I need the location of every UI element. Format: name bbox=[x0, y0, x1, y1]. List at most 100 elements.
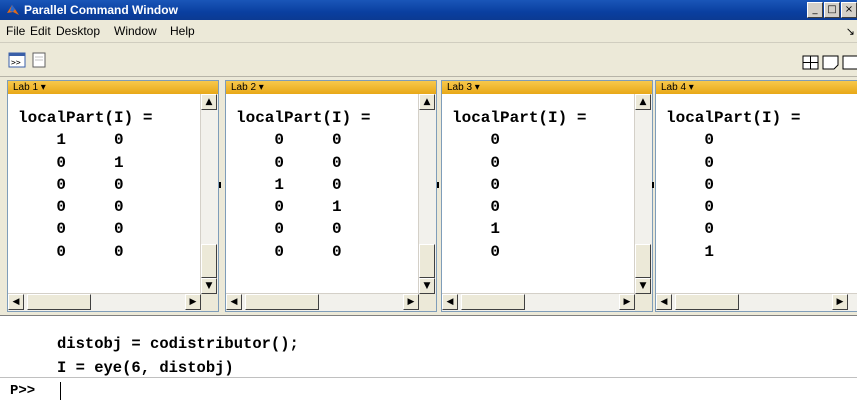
output-line: localPart(I) = bbox=[452, 109, 587, 127]
lab-output-3: localPart(I) = 0 0 0 0 1 0 bbox=[452, 107, 586, 263]
output-line: localPart(I) = bbox=[236, 109, 371, 127]
output-line: 0 bbox=[666, 220, 715, 239]
scroll-down-arrow-icon[interactable]: ▼ bbox=[635, 278, 651, 294]
scroll-right-arrow-icon[interactable]: ▶ bbox=[619, 294, 635, 310]
scroll-up-arrow-icon[interactable]: ▲ bbox=[419, 94, 435, 110]
float-layout-icon[interactable] bbox=[842, 55, 857, 71]
output-line: 1 0 bbox=[18, 131, 124, 150]
menu-desktop[interactable]: Desktop bbox=[56, 24, 100, 38]
output-line: localPart(I) = bbox=[18, 109, 153, 127]
matlab-logo-icon bbox=[7, 5, 19, 15]
history-line: I = eye(6, distobj) bbox=[57, 359, 234, 377]
minimize-button[interactable]: _ bbox=[807, 2, 823, 18]
maximize-button[interactable]: □ bbox=[824, 2, 840, 18]
output-line: 0 1 bbox=[236, 198, 342, 217]
lab-header-4[interactable]: Lab 4 ▾ bbox=[656, 81, 857, 94]
output-line: 0 1 bbox=[18, 153, 124, 172]
command-input-area[interactable]: P>> bbox=[0, 377, 857, 403]
single-layout-icon[interactable] bbox=[822, 55, 840, 71]
scroll-up-arrow-icon[interactable]: ▲ bbox=[635, 94, 651, 110]
horizontal-scrollbar[interactable]: ◀ ▶ bbox=[226, 293, 419, 311]
vertical-scrollbar[interactable]: ▲ ▼ bbox=[418, 94, 436, 294]
scroll-down-arrow-icon[interactable]: ▼ bbox=[419, 278, 435, 294]
text-caret bbox=[60, 382, 61, 400]
output-line: 0 0 bbox=[18, 220, 124, 239]
scroll-right-arrow-icon[interactable]: ▶ bbox=[403, 294, 419, 310]
output-line: 0 0 bbox=[236, 220, 342, 239]
close-button[interactable]: × bbox=[841, 2, 857, 18]
scrollbar-corner bbox=[635, 294, 652, 311]
lab-header-2[interactable]: Lab 2 ▾ bbox=[226, 81, 436, 94]
scroll-left-arrow-icon[interactable]: ◀ bbox=[656, 294, 672, 310]
scroll-thumb[interactable] bbox=[419, 244, 435, 278]
history-line: distobj = codistributor(); bbox=[57, 335, 299, 353]
command-prompt-icon[interactable]: >> bbox=[8, 52, 26, 68]
scroll-right-arrow-icon[interactable]: ▶ bbox=[185, 294, 201, 310]
output-line: 0 0 bbox=[18, 198, 124, 217]
output-line: 0 bbox=[666, 175, 715, 194]
lab-panel-1: Lab 1 ▾ localPart(I) = 1 0 0 1 0 0 0 0 0… bbox=[7, 80, 219, 312]
scroll-thumb[interactable] bbox=[245, 294, 319, 310]
lab-output-2: localPart(I) = 0 0 0 0 1 0 0 1 0 0 0 0 bbox=[236, 107, 370, 263]
scroll-down-arrow-icon[interactable]: ▼ bbox=[201, 278, 217, 294]
output-line: localPart(I) = bbox=[666, 109, 801, 127]
lab-panel-2: Lab 2 ▾ localPart(I) = 0 0 0 0 1 0 0 1 0… bbox=[225, 80, 437, 312]
window-title: Parallel Command Window bbox=[24, 3, 178, 17]
vertical-scrollbar[interactable]: ▲ ▼ bbox=[634, 94, 652, 294]
vertical-scrollbar[interactable]: ▲ ▼ bbox=[200, 94, 218, 294]
scroll-thumb[interactable] bbox=[27, 294, 91, 310]
scroll-left-arrow-icon[interactable]: ◀ bbox=[442, 294, 458, 310]
tile-layout-icon[interactable] bbox=[802, 55, 820, 71]
output-line: 0 0 bbox=[236, 131, 342, 150]
lab-panel-3: Lab 3 ▾ localPart(I) = 0 0 0 0 1 0 ▲ ▼ ◀… bbox=[441, 80, 653, 312]
toolbar: >> bbox=[0, 43, 857, 77]
menu-bar: File Edit Desktop Window Help ↘ bbox=[0, 20, 857, 43]
menu-file[interactable]: File bbox=[6, 24, 25, 38]
lab-header-3[interactable]: Lab 3 ▾ bbox=[442, 81, 652, 94]
scroll-thumb[interactable] bbox=[461, 294, 525, 310]
lab-panel-4: Lab 4 ▾ localPart(I) = 0 0 0 0 0 1 ◀ ▶ bbox=[655, 80, 857, 312]
scroll-thumb[interactable] bbox=[201, 244, 217, 278]
output-line: 0 bbox=[666, 153, 715, 172]
command-prompt: P>> bbox=[10, 383, 36, 399]
lab-tiles-area: Lab 1 ▾ localPart(I) = 1 0 0 1 0 0 0 0 0… bbox=[0, 77, 857, 315]
tile-splitter[interactable] bbox=[437, 182, 439, 188]
output-line: 0 0 bbox=[18, 175, 124, 194]
output-line: 0 bbox=[452, 131, 501, 150]
lab-output-4: localPart(I) = 0 0 0 0 0 1 bbox=[666, 107, 800, 263]
scrollbar-corner bbox=[419, 294, 436, 311]
menu-window[interactable]: Window bbox=[114, 24, 157, 38]
menu-edit[interactable]: Edit bbox=[30, 24, 51, 38]
scroll-left-arrow-icon[interactable]: ◀ bbox=[8, 294, 24, 310]
tile-splitter[interactable] bbox=[652, 182, 654, 188]
command-history: distobj = codistributor(); I = eye(6, di… bbox=[0, 315, 857, 378]
output-line: 0 bbox=[452, 242, 501, 261]
scroll-up-arrow-icon[interactable]: ▲ bbox=[201, 94, 217, 110]
output-line: 0 bbox=[666, 131, 715, 150]
horizontal-scrollbar[interactable]: ◀ ▶ bbox=[656, 293, 857, 311]
horizontal-scrollbar[interactable]: ◀ ▶ bbox=[442, 293, 635, 311]
output-line: 1 0 bbox=[236, 175, 342, 194]
horizontal-scrollbar[interactable]: ◀ ▶ bbox=[8, 293, 201, 311]
output-line: 1 bbox=[666, 242, 715, 261]
output-line: 0 bbox=[452, 198, 501, 217]
scroll-thumb[interactable] bbox=[635, 244, 651, 278]
tile-splitter[interactable] bbox=[219, 182, 221, 188]
output-line: 0 bbox=[666, 198, 715, 217]
clear-window-icon[interactable] bbox=[30, 52, 48, 68]
output-line: 1 bbox=[452, 220, 501, 239]
scrollbar-corner bbox=[201, 294, 218, 311]
scroll-thumb[interactable] bbox=[675, 294, 739, 310]
undock-arrow-icon[interactable]: ↘ bbox=[846, 25, 855, 38]
output-line: 0 bbox=[452, 175, 501, 194]
title-bar[interactable]: Parallel Command Window _ □ × bbox=[0, 0, 857, 20]
output-line: 0 0 bbox=[236, 153, 342, 172]
scroll-left-arrow-icon[interactable]: ◀ bbox=[226, 294, 242, 310]
lab-header-1[interactable]: Lab 1 ▾ bbox=[8, 81, 218, 94]
menu-help[interactable]: Help bbox=[170, 24, 195, 38]
lab-output-1: localPart(I) = 1 0 0 1 0 0 0 0 0 0 0 0 bbox=[18, 107, 152, 263]
output-line: 0 bbox=[452, 153, 501, 172]
scroll-right-arrow-icon[interactable]: ▶ bbox=[832, 294, 848, 310]
output-line: 0 0 bbox=[18, 242, 124, 261]
svg-text:>>: >> bbox=[11, 58, 21, 67]
